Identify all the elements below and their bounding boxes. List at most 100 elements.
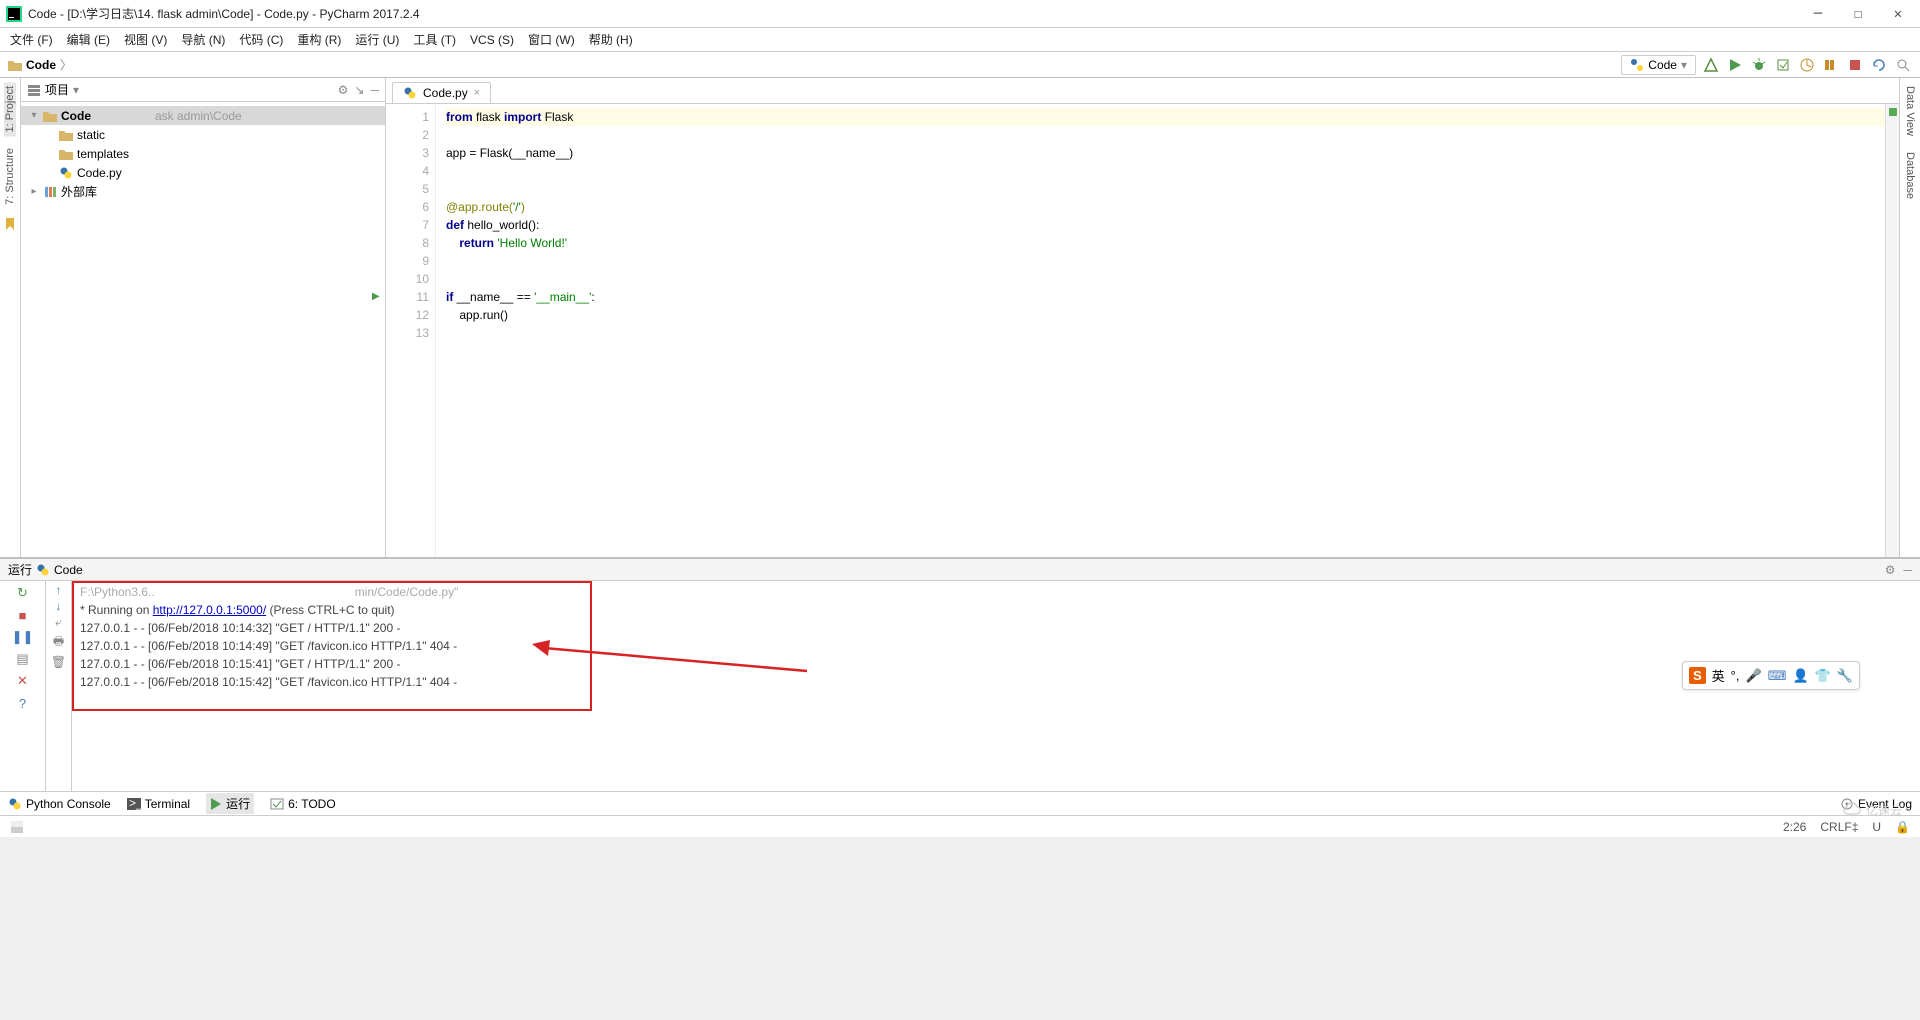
ime-person-icon[interactable]: 👤 (1792, 668, 1808, 684)
tab-run[interactable]: 运行 (206, 793, 254, 814)
tool-window-dataview[interactable]: Data View (1904, 82, 1916, 140)
console-url-link[interactable]: http://127.0.0.1:5000/ (153, 603, 266, 617)
tool-window-project[interactable]: 1: Project (4, 82, 16, 136)
tool-window-database[interactable]: Database (1904, 148, 1916, 203)
ime-lang[interactable]: 英 (1712, 666, 1725, 685)
menu-code[interactable]: 代码 (C) (235, 29, 287, 50)
status-icon[interactable] (10, 820, 24, 834)
tree-root-label: Code (61, 109, 91, 123)
run-gutter-icon[interactable]: ▶ (372, 288, 380, 306)
tree-external-libs[interactable]: ▸ 外部库 (21, 182, 385, 201)
ime-mic-icon[interactable]: 🎤 (1745, 668, 1761, 684)
run-button[interactable] (1726, 56, 1744, 74)
tab-todo[interactable]: 6: TODO (270, 797, 336, 811)
stop-button[interactable]: ■ (13, 605, 33, 625)
ime-tool-icon[interactable]: 🔧 (1837, 668, 1853, 684)
ime-logo-icon: S (1689, 667, 1706, 684)
tab-python-console[interactable]: Python Console (8, 797, 111, 811)
tab-terminal[interactable]: >_Terminal (127, 797, 190, 811)
close-button[interactable]: ✕ (1890, 6, 1906, 22)
tree-item-templates[interactable]: templates (21, 144, 385, 163)
breadcrumb-sep: 〉 (60, 56, 72, 73)
console-line: 127.0.0.1 - - [06/Feb/2018 10:15:42] "GE… (80, 673, 1912, 691)
app-icon (6, 6, 22, 22)
encoding[interactable]: U (1872, 820, 1881, 834)
layout-button[interactable]: ▤ (13, 649, 33, 669)
stop-button[interactable] (1846, 56, 1864, 74)
update-project-icon[interactable] (1870, 56, 1888, 74)
coverage-icon[interactable] (1774, 56, 1792, 74)
editor-tabbar: Code.py × (386, 78, 1899, 104)
menu-file[interactable]: 文件 (F) (6, 29, 57, 50)
inspection-marker (1889, 108, 1897, 116)
breadcrumb-root[interactable]: Code (26, 58, 56, 72)
up-button[interactable]: ↑ (56, 583, 62, 597)
ime-punct-icon[interactable]: °, (1731, 668, 1740, 683)
menu-window[interactable]: 窗口 (W) (524, 29, 579, 50)
tree-root[interactable]: ▾ Code ask admin\Code (21, 106, 385, 125)
bookmark-icon[interactable] (3, 217, 17, 231)
tree-label: static (77, 128, 105, 142)
ime-toolbar[interactable]: S 英 °, 🎤 ⌨ 👤 👕 🔧 (1682, 661, 1860, 690)
gear-icon[interactable]: ⚙ (1885, 563, 1896, 577)
down-button[interactable]: ↓ (56, 599, 62, 613)
help-button[interactable]: ? (13, 693, 33, 713)
wrap-button[interactable]: ⤶ (55, 615, 62, 630)
hide-icon[interactable]: ─ (1903, 563, 1912, 577)
run-config-name: Code (54, 563, 83, 577)
build-icon[interactable] (1702, 56, 1720, 74)
tool-window-structure[interactable]: 7: Structure (4, 144, 16, 209)
python-file-icon (403, 86, 417, 100)
concurrency-icon[interactable] (1822, 56, 1840, 74)
line-gutter: 12345678910 11▶ 1213 (386, 104, 436, 557)
print-button[interactable]: 🖶 (53, 632, 64, 653)
collapse-icon[interactable]: ↘ (354, 83, 364, 97)
right-tool-stripe: Data View Database (1899, 78, 1920, 557)
menubar: 文件 (F) 编辑 (E) 视图 (V) 导航 (N) 代码 (C) 重构 (R… (0, 28, 1920, 52)
menu-tools[interactable]: 工具 (T) (409, 29, 460, 50)
console-line: * Running on (80, 603, 153, 617)
close-tab-icon[interactable]: × (474, 87, 480, 99)
menu-vcs[interactable]: VCS (S) (466, 31, 518, 49)
editor-scrollbar[interactable] (1885, 104, 1899, 557)
gear-icon[interactable]: ⚙ (338, 83, 349, 97)
tree-item-codepy[interactable]: Code.py (21, 163, 385, 182)
project-tree[interactable]: ▾ Code ask admin\Code static templates C… (21, 102, 385, 205)
clear-button[interactable]: 🗑 (51, 655, 66, 669)
search-everywhere-icon[interactable] (1894, 56, 1912, 74)
run-header-label: 运行 (8, 561, 32, 578)
line-separator[interactable]: CRLF‡ (1820, 820, 1858, 834)
expand-arrow-icon[interactable]: ▸ (29, 186, 39, 197)
ime-keyboard-icon[interactable]: ⌨ (1768, 668, 1787, 684)
chevron-down-icon[interactable]: ▾ (73, 83, 79, 97)
window-controls: ─ ☐ ✕ (1810, 6, 1906, 22)
console-output[interactable]: F:\Python3.6..min/Code/Code.py" * Runnin… (72, 581, 1920, 791)
minimize-button[interactable]: ─ (1810, 6, 1826, 22)
maximize-button[interactable]: ☐ (1850, 6, 1866, 22)
tree-label: Code.py (77, 166, 122, 180)
menu-run[interactable]: 运行 (U) (351, 29, 403, 50)
editor-body[interactable]: 12345678910 11▶ 1213 from flask import F… (386, 104, 1899, 557)
run-config-label: Code (1648, 58, 1677, 72)
pause-button[interactable]: ❚❚ (13, 627, 33, 647)
expand-arrow-icon[interactable]: ▾ (29, 110, 39, 121)
menu-view[interactable]: 视图 (V) (120, 29, 171, 50)
hide-icon[interactable]: ─ (370, 83, 379, 97)
menu-edit[interactable]: 编辑 (E) (63, 29, 114, 50)
rerun-button[interactable]: ↻ (13, 583, 33, 603)
console-line: F:\Python3.6.. (80, 585, 155, 599)
editor-tab-codepy[interactable]: Code.py × (392, 82, 491, 103)
code-area[interactable]: from flask import Flask app = Flask(__na… (436, 104, 1885, 557)
profile-icon[interactable] (1798, 56, 1816, 74)
close-button[interactable]: ✕ (13, 671, 33, 691)
run-config-selector[interactable]: Code ▾ (1621, 55, 1696, 75)
ime-skin-icon[interactable]: 👕 (1815, 668, 1831, 684)
lock-icon[interactable]: 🔒 (1895, 820, 1910, 834)
caret-position[interactable]: 2:26 (1783, 820, 1806, 834)
menu-navigate[interactable]: 导航 (N) (177, 29, 229, 50)
menu-help[interactable]: 帮助 (H) (585, 29, 637, 50)
tree-item-static[interactable]: static (21, 125, 385, 144)
menu-refactor[interactable]: 重构 (R) (293, 29, 345, 50)
folder-icon (59, 148, 73, 160)
debug-button[interactable] (1750, 56, 1768, 74)
